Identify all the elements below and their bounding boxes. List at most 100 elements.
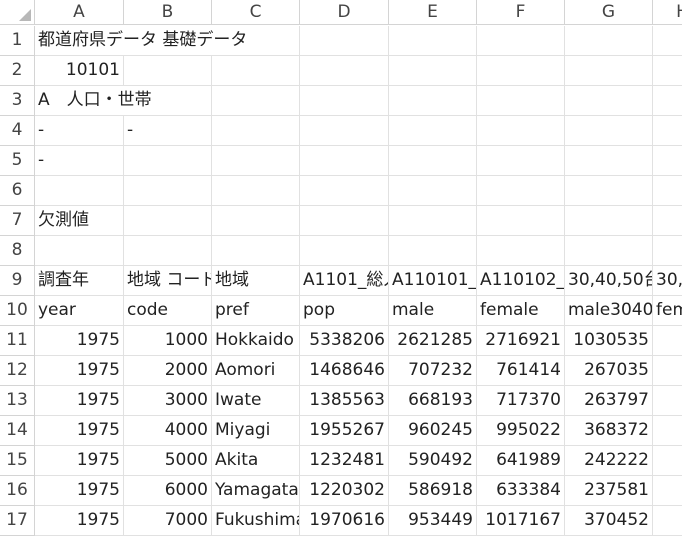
cell-c3[interactable] [212, 86, 300, 116]
cell-d15[interactable]: 1232481 [300, 446, 389, 476]
cell-b9[interactable]: 地域 コード [124, 266, 212, 296]
row-header-8[interactable]: 8 [0, 236, 35, 266]
cell-f15[interactable]: 641989 [477, 446, 565, 476]
cell-f5[interactable] [477, 146, 565, 176]
cell-f2[interactable] [477, 56, 565, 86]
cell-h4[interactable] [653, 116, 682, 146]
cell-d8[interactable] [300, 236, 389, 266]
cell-h14[interactable]: 3 [653, 416, 682, 446]
cell-a5[interactable]: - [35, 146, 124, 176]
cell-d16[interactable]: 1220302 [300, 476, 389, 506]
cell-e13[interactable]: 668193 [389, 386, 477, 416]
cell-e7[interactable] [389, 206, 477, 236]
cell-c8[interactable] [212, 236, 300, 266]
cell-g4[interactable] [565, 116, 653, 146]
column-header-c[interactable]: C [212, 0, 300, 25]
cell-e5[interactable] [389, 146, 477, 176]
cell-a17[interactable]: 1975 [35, 506, 124, 536]
cell-f7[interactable] [477, 206, 565, 236]
cell-f6[interactable] [477, 176, 565, 206]
cell-e12[interactable]: 707232 [389, 356, 477, 386]
cell-f13[interactable]: 717370 [477, 386, 565, 416]
cell-d7[interactable] [300, 206, 389, 236]
cell-b14[interactable]: 4000 [124, 416, 212, 446]
row-header-2[interactable]: 2 [0, 56, 35, 86]
cell-d17[interactable]: 1970616 [300, 506, 389, 536]
column-header-f[interactable]: F [477, 0, 565, 25]
cell-g13[interactable]: 263797 [565, 386, 653, 416]
cell-d6[interactable] [300, 176, 389, 206]
row-header-13[interactable]: 13 [0, 386, 35, 416]
cell-e1[interactable] [389, 26, 477, 56]
cell-a6[interactable] [35, 176, 124, 206]
cell-h9[interactable]: 30,40,50台 [653, 266, 682, 296]
cell-e4[interactable] [389, 116, 477, 146]
cell-e15[interactable]: 590492 [389, 446, 477, 476]
cell-b17[interactable]: 7000 [124, 506, 212, 536]
cell-g7[interactable] [565, 206, 653, 236]
cell-c11[interactable]: Hokkaido [212, 326, 300, 356]
column-header-h[interactable]: H [653, 0, 682, 25]
cell-g17[interactable]: 370452 [565, 506, 653, 536]
cell-c10[interactable]: pref [212, 296, 300, 326]
cell-f14[interactable]: 995022 [477, 416, 565, 446]
cell-d5[interactable] [300, 146, 389, 176]
cell-g9[interactable]: 30,40,50台 [565, 266, 653, 296]
cell-f12[interactable]: 761414 [477, 356, 565, 386]
cell-h8[interactable] [653, 236, 682, 266]
cell-g6[interactable] [565, 176, 653, 206]
cell-h7[interactable] [653, 206, 682, 236]
cell-a16[interactable]: 1975 [35, 476, 124, 506]
cell-c14[interactable]: Miyagi [212, 416, 300, 446]
row-header-1[interactable]: 1 [0, 26, 35, 56]
cell-h1[interactable] [653, 26, 682, 56]
cell-h6[interactable] [653, 176, 682, 206]
row-header-12[interactable]: 12 [0, 356, 35, 386]
cell-e10[interactable]: male [389, 296, 477, 326]
cell-a3[interactable]: A 人口・世帯 [35, 86, 158, 116]
cell-c9[interactable]: 地域 [212, 266, 300, 296]
cell-b10[interactable]: code [124, 296, 212, 326]
cell-b11[interactable]: 1000 [124, 326, 212, 356]
cell-c6[interactable] [212, 176, 300, 206]
cell-a12[interactable]: 1975 [35, 356, 124, 386]
cell-a7[interactable]: 欠測値 [35, 206, 124, 236]
cell-f16[interactable]: 633384 [477, 476, 565, 506]
cell-a14[interactable]: 1975 [35, 416, 124, 446]
cell-b7[interactable] [124, 206, 212, 236]
cell-d14[interactable]: 1955267 [300, 416, 389, 446]
cell-g12[interactable]: 267035 [565, 356, 653, 386]
cell-d12[interactable]: 1468646 [300, 356, 389, 386]
cell-g1[interactable] [565, 26, 653, 56]
column-header-b[interactable]: B [124, 0, 212, 25]
cell-e16[interactable]: 586918 [389, 476, 477, 506]
cell-c15[interactable]: Akita [212, 446, 300, 476]
cell-a1[interactable]: 都道府県データ 基礎データ [35, 26, 254, 56]
cell-a2[interactable]: 10101 [35, 56, 124, 86]
cell-f10[interactable]: female [477, 296, 565, 326]
cell-d13[interactable]: 1385563 [300, 386, 389, 416]
row-header-17[interactable]: 17 [0, 506, 35, 536]
cell-d9[interactable]: A1101_総人口 [300, 266, 389, 296]
column-header-e[interactable]: E [389, 0, 477, 25]
cell-c17[interactable]: Fukushima [212, 506, 300, 536]
cell-d1[interactable] [300, 26, 389, 56]
cell-b4[interactable]: - [124, 116, 212, 146]
cell-g10[interactable]: male304050 [565, 296, 653, 326]
cell-b12[interactable]: 2000 [124, 356, 212, 386]
cell-b8[interactable] [124, 236, 212, 266]
cell-g8[interactable] [565, 236, 653, 266]
cell-c16[interactable]: Yamagata [212, 476, 300, 506]
cell-e3[interactable] [389, 86, 477, 116]
cell-h11[interactable]: 10 [653, 326, 682, 356]
cell-b13[interactable]: 3000 [124, 386, 212, 416]
row-header-5[interactable]: 5 [0, 146, 35, 176]
column-header-g[interactable]: G [565, 0, 653, 25]
cell-d4[interactable] [300, 116, 389, 146]
column-header-a[interactable]: A [35, 0, 124, 25]
cell-c5[interactable] [212, 146, 300, 176]
cell-g16[interactable]: 237581 [565, 476, 653, 506]
cell-a10[interactable]: year [35, 296, 124, 326]
cell-a13[interactable]: 1975 [35, 386, 124, 416]
row-header-11[interactable]: 11 [0, 326, 35, 356]
